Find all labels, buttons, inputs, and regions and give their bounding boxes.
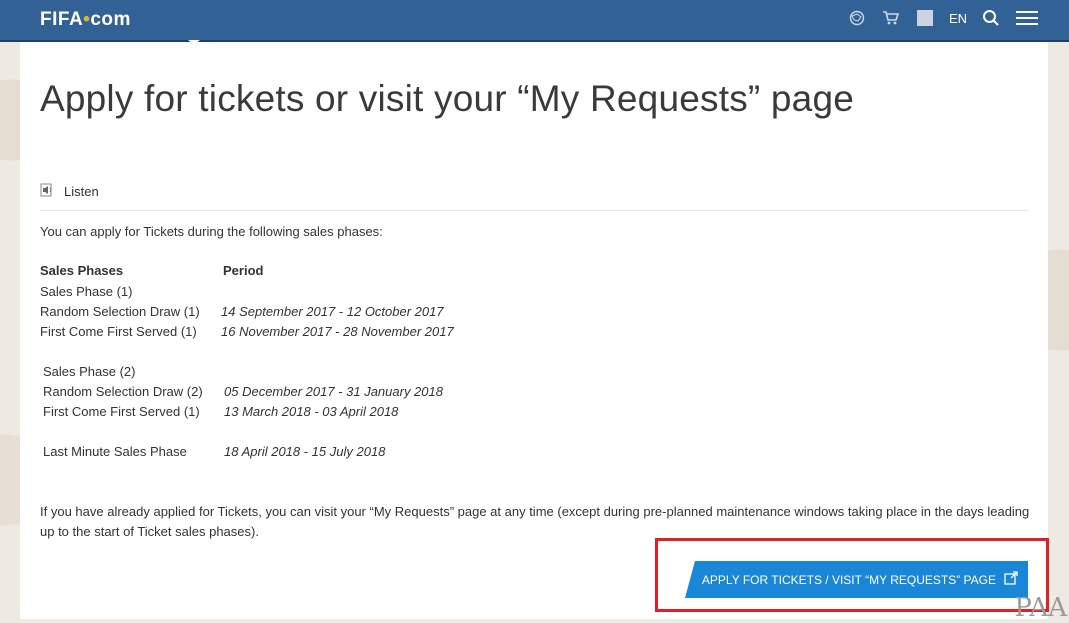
phase-period: 16 November 2017 - 28 November 2017 <box>221 324 454 339</box>
intro-text: You can apply for Tickets during the fol… <box>40 224 383 239</box>
phase-name: First Come First Served (1) <box>40 324 197 339</box>
apply-tickets-label: APPLY FOR TICKETS / VISIT “MY REQUESTS” … <box>701 572 996 587</box>
phase-period: 05 December 2017 - 31 January 2018 <box>224 384 443 399</box>
speaker-icon <box>40 182 56 201</box>
nav-icons: EN <box>847 8 1039 28</box>
listen-label: Listen <box>64 184 99 199</box>
last-minute-phase-name: Last Minute Sales Phase <box>43 444 187 459</box>
listen-button[interactable]: Listen <box>40 182 99 201</box>
column-header-period: Period <box>223 263 264 278</box>
column-header-phases: Sales Phases <box>40 263 124 278</box>
phase-name: First Come First Served (1) <box>43 404 200 419</box>
phase-period: 13 March 2018 - 03 April 2018 <box>224 404 399 419</box>
top-navigation-bar: FIFA•com EN <box>0 0 1069 42</box>
globe-icon[interactable] <box>847 8 867 28</box>
outro-text: If you have already applied for Tickets,… <box>40 504 1030 539</box>
page-title: Apply for tickets or visit your “My Requ… <box>40 78 855 119</box>
menu-icon[interactable] <box>1015 8 1039 28</box>
user-square-icon[interactable] <box>915 8 935 28</box>
search-icon[interactable] <box>981 8 1001 28</box>
divider <box>40 210 1028 211</box>
language-selector[interactable]: EN <box>949 11 967 26</box>
nav-indicator-notch <box>188 40 200 45</box>
apply-tickets-button[interactable]: APPLY FOR TICKETS / VISIT “MY REQUESTS” … <box>685 561 1028 598</box>
external-link-icon <box>1004 571 1018 588</box>
phase-name: Random Selection Draw (1) <box>40 304 200 319</box>
cart-icon[interactable] <box>881 8 901 28</box>
phase2-label: Sales Phase (2) <box>43 364 136 379</box>
last-minute-phase-period: 18 April 2018 - 15 July 2018 <box>224 444 386 459</box>
phase-period: 14 September 2017 - 12 October 2017 <box>221 304 444 319</box>
logo-main: FIFA <box>40 9 84 30</box>
fifa-logo[interactable]: FIFA•com <box>40 9 131 31</box>
phase-name: Random Selection Draw (2) <box>43 384 203 399</box>
phase1-label: Sales Phase (1) <box>40 284 133 299</box>
logo-suffix: com <box>90 9 131 30</box>
